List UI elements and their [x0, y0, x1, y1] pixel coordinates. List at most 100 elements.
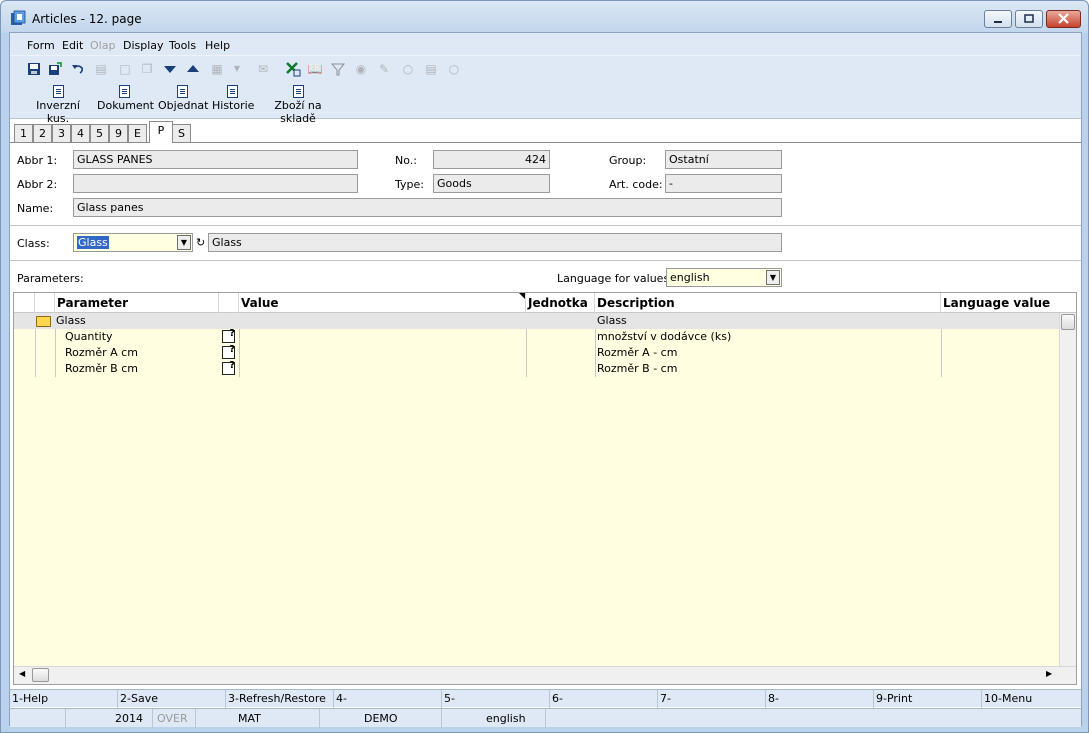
binoculars-icon[interactable]: ◉ — [353, 61, 369, 77]
menu-help[interactable]: Help — [205, 39, 230, 52]
document-icon — [52, 85, 64, 98]
class-name-field[interactable]: Glass — [208, 233, 782, 252]
scroll-right-icon[interactable]: ▶ — [1046, 669, 1052, 678]
tab-p[interactable]: P — [149, 121, 173, 143]
grid-row[interactable]: Quantity množství v dodávce (ks) — [14, 328, 1060, 345]
type-field[interactable]: Goods — [433, 174, 550, 193]
fkey-7[interactable]: 7- — [658, 690, 766, 708]
fkey-8[interactable]: 8- — [766, 690, 874, 708]
menu-display[interactable]: Display — [123, 39, 164, 52]
grid-header-language-value[interactable]: Language value — [941, 293, 1060, 313]
note-edit-icon[interactable] — [222, 344, 235, 359]
undo-icon[interactable] — [70, 61, 86, 77]
fkey-4[interactable]: 4- — [334, 690, 442, 708]
save-icon[interactable] — [26, 61, 42, 77]
grid-cell-parameter: Rozměr B cm — [65, 362, 138, 375]
inverzni-kus-button[interactable]: Inverzní kus. — [26, 83, 90, 125]
vertical-scrollbar[interactable] — [1059, 313, 1076, 666]
tab-1[interactable]: 1 — [14, 124, 33, 143]
status-year: 2014 — [66, 709, 153, 728]
dropdown-icon[interactable]: ▼ — [229, 61, 245, 77]
no-field[interactable]: 424 — [433, 150, 550, 169]
objednat-button[interactable]: Objednat — [158, 83, 208, 117]
language-combo[interactable]: english ▼ — [666, 268, 782, 287]
document-icon — [226, 85, 238, 98]
up-arrow-icon[interactable] — [185, 61, 201, 77]
tab-4[interactable]: 4 — [71, 124, 90, 143]
down-arrow-icon[interactable] — [162, 61, 178, 77]
grid-header-description[interactable]: Description — [595, 293, 941, 313]
find-prev-icon[interactable]: ○ — [446, 61, 462, 77]
tab-s[interactable]: S — [172, 124, 191, 143]
note-edit-icon[interactable] — [222, 360, 235, 375]
filter-list-icon[interactable]: ▤ — [423, 61, 439, 77]
separator — [10, 225, 1081, 226]
open-icon[interactable]: ▤ — [93, 61, 109, 77]
application-window: Articles - 12. page Form Edit Olap Displ… — [0, 0, 1089, 733]
new-icon[interactable]: □ — [117, 61, 133, 77]
find-next-icon[interactable]: ○ — [400, 61, 416, 77]
tab-e[interactable]: E — [128, 124, 147, 143]
grid-row-group[interactable]: Glass Glass — [14, 313, 1060, 329]
grid-row[interactable]: Rozměr A cm Rozměr A - cm — [14, 344, 1060, 361]
mail-icon[interactable]: ✉ — [255, 61, 271, 77]
zbozi-na-sklade-button[interactable]: Zboží na skladě — [258, 83, 338, 125]
filter-icon[interactable] — [330, 61, 346, 77]
name-field[interactable]: Glass panes — [73, 198, 782, 217]
page-tabs: 1 2 3 4 5 9 E P S — [10, 121, 1081, 143]
parameters-grid[interactable]: Parameter Value Jednotka Description Lan… — [13, 292, 1077, 685]
save-as-icon[interactable] — [47, 61, 63, 77]
grid-row[interactable]: Rozměr B cm Rozměr B - cm — [14, 360, 1060, 377]
type-label: Type: — [395, 178, 424, 191]
fkey-refresh[interactable]: 3-Refresh/Restore — [226, 690, 334, 708]
historie-button[interactable]: Historie — [212, 83, 254, 117]
scrollbar-thumb[interactable] — [32, 668, 49, 682]
grid-header-parameter[interactable]: Parameter — [55, 293, 219, 313]
minimize-button[interactable] — [984, 10, 1012, 28]
status-empty — [10, 709, 66, 728]
artcode-field[interactable]: - — [665, 174, 782, 193]
group-field[interactable]: Ostatní — [665, 150, 782, 169]
tab-2[interactable]: 2 — [33, 124, 52, 143]
abbr2-field[interactable] — [73, 174, 358, 193]
grid-header-value[interactable]: Value — [239, 293, 526, 313]
history-icon[interactable]: ↻ — [196, 236, 205, 249]
document-icon — [118, 85, 130, 98]
tab-9[interactable]: 9 — [109, 124, 128, 143]
horizontal-scrollbar[interactable]: ◀ ▶ — [14, 666, 1076, 684]
scroll-left-icon[interactable]: ◀ — [19, 669, 25, 678]
close-button[interactable] — [1046, 10, 1081, 28]
maximize-button[interactable] — [1015, 10, 1043, 28]
tab-5[interactable]: 5 — [90, 124, 109, 143]
tab-3[interactable]: 3 — [52, 124, 71, 143]
grid-header-unit[interactable]: Jednotka — [526, 293, 595, 313]
fkey-6[interactable]: 6- — [550, 690, 658, 708]
excel-icon[interactable] — [285, 61, 301, 77]
chevron-down-icon[interactable]: ▼ — [766, 270, 780, 285]
fkey-5[interactable]: 5- — [442, 690, 550, 708]
export-icon[interactable]: ▦ — [209, 61, 225, 77]
menu-tools[interactable]: Tools — [169, 39, 196, 52]
copy-icon[interactable]: ❐ — [139, 61, 155, 77]
maximize-icon — [1024, 14, 1034, 23]
grid-header-icon — [35, 293, 55, 313]
title-bar[interactable]: Articles - 12. page — [1, 1, 1088, 33]
chevron-down-icon[interactable]: ▼ — [177, 235, 191, 250]
status-over: OVER — [153, 709, 196, 728]
folder-icon — [36, 316, 51, 327]
fkey-help[interactable]: 1-Help — [10, 690, 118, 708]
menu-form[interactable]: Form — [27, 39, 55, 52]
edit-icon[interactable]: ✎ — [376, 61, 392, 77]
scrollbar-thumb[interactable] — [1061, 314, 1075, 330]
menu-edit[interactable]: Edit — [62, 39, 83, 52]
fkey-save[interactable]: 2-Save — [118, 690, 226, 708]
book-icon[interactable]: 📖 — [307, 61, 323, 77]
abbr1-field[interactable]: GLASS PANES — [73, 150, 358, 169]
class-combo[interactable]: Glass ▼ — [73, 233, 193, 252]
dokument-button[interactable]: Dokument — [97, 83, 154, 117]
menu-olap[interactable]: Olap — [90, 39, 115, 52]
fkey-print[interactable]: 9-Print — [874, 690, 982, 708]
note-edit-icon[interactable] — [222, 328, 235, 343]
fkey-menu[interactable]: 10-Menu — [982, 690, 1083, 708]
window-title: Articles - 12. page — [32, 12, 142, 26]
